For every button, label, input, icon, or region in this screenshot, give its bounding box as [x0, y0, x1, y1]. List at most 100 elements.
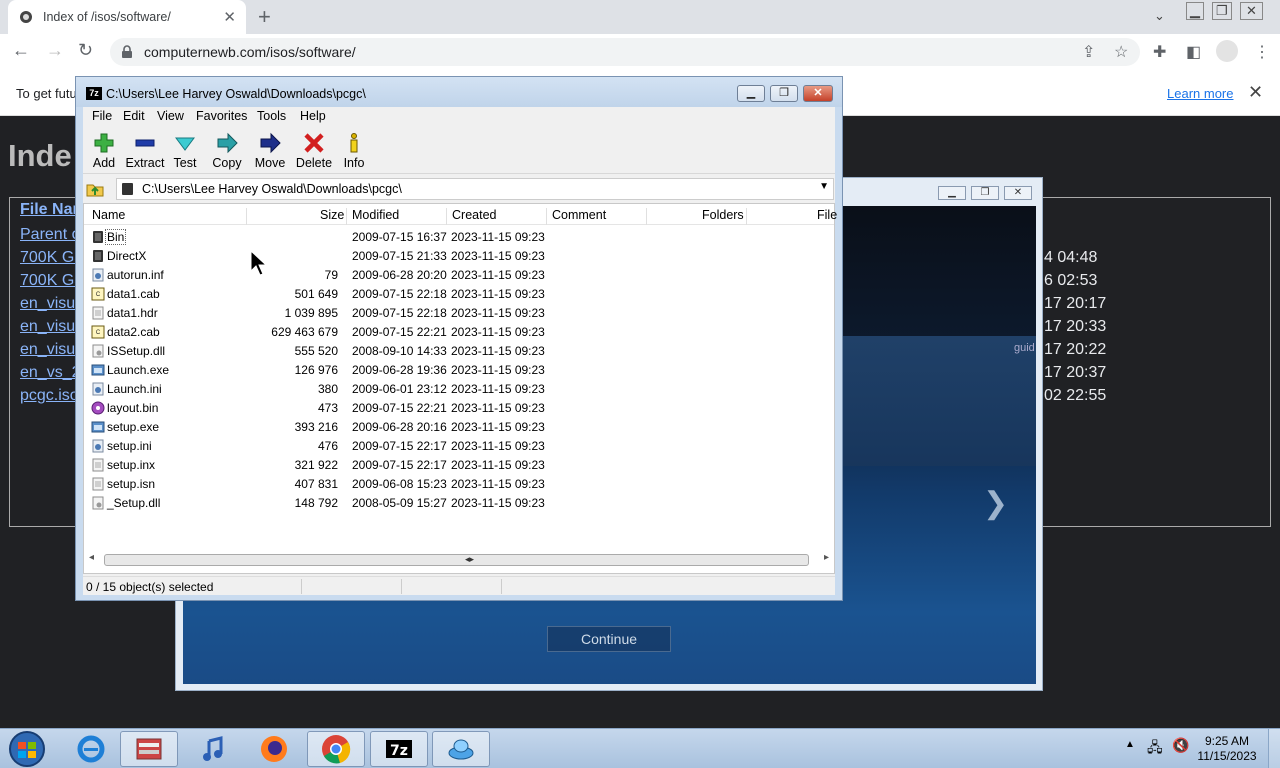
- menu-view[interactable]: View: [157, 109, 184, 123]
- listing-link[interactable]: 700K Ga: [20, 249, 83, 267]
- file-row[interactable]: autorun.inf 79 2009-06-28 20:20 2023-11-15 …: [84, 266, 834, 285]
- browser-tab[interactable]: Index of /isos/software/ ✕: [8, 0, 246, 34]
- info-button[interactable]: Info: [341, 132, 367, 170]
- taskbar-firefox[interactable]: [245, 731, 303, 767]
- continue-button[interactable]: Continue: [547, 626, 671, 652]
- listing-link[interactable]: en_visu: [20, 341, 75, 359]
- add-button[interactable]: Add: [91, 132, 117, 170]
- horizontal-scrollbar[interactable]: ◂ ◂▸ ▸: [86, 552, 832, 569]
- taskbar-installer-disc[interactable]: [432, 731, 490, 767]
- taskbar-itunes[interactable]: [184, 731, 242, 767]
- column-separator[interactable]: [346, 208, 347, 225]
- file-row[interactable]: data1.hdr 1 039 895 2009-07-15 22:18 2023-1…: [84, 304, 834, 323]
- volume-muted-icon[interactable]: 🔇: [1172, 737, 1189, 754]
- tray-expand-icon[interactable]: ▲: [1125, 739, 1135, 750]
- column-separator[interactable]: [246, 208, 247, 225]
- network-icon[interactable]: 🖧: [1147, 737, 1163, 761]
- listing-link[interactable]: en_vs_2: [20, 364, 81, 382]
- path-combobox[interactable]: C:\Users\Lee Harvey Oswald\Downloads\pcg…: [116, 178, 834, 200]
- installer-maximize-button[interactable]: ❐: [971, 186, 999, 200]
- tab-close-icon[interactable]: ✕: [223, 8, 236, 26]
- 7zip-pathbar: C:\Users\Lee Harvey Oswald\Downloads\pcg…: [83, 178, 835, 200]
- menu-file[interactable]: File: [92, 109, 112, 123]
- side-panel-icon[interactable]: ◧: [1186, 42, 1201, 62]
- listing-link[interactable]: Parent o: [20, 226, 80, 244]
- scroll-right-arrow-icon[interactable]: ▸: [824, 552, 829, 563]
- taskbar-7zip[interactable]: 7z: [370, 731, 428, 767]
- listing-link[interactable]: pcgc.iso: [20, 387, 79, 405]
- maximize-button[interactable]: ❐: [1212, 2, 1232, 20]
- column-separator[interactable]: [746, 208, 747, 225]
- close-window-button[interactable]: ✕: [1240, 2, 1263, 20]
- column-size[interactable]: Size: [320, 208, 344, 222]
- back-button[interactable]: ←: [12, 40, 30, 61]
- file-row[interactable]: Launch.ini 380 2009-06-01 23:12 2023-11-15 …: [84, 380, 834, 399]
- start-button[interactable]: [5, 730, 49, 768]
- forward-button[interactable]: →: [46, 40, 64, 61]
- column-separator[interactable]: [446, 208, 447, 225]
- move-button[interactable]: Move: [253, 132, 287, 170]
- 7zip-minimize-button[interactable]: ▁: [737, 85, 765, 102]
- show-desktop-button[interactable]: [1268, 729, 1280, 768]
- file-row[interactable]: setup.ini 476 2009-07-15 22:17 2023-11-15 0…: [84, 437, 834, 456]
- file-row[interactable]: DirectX 2009-07-15 21:33 2023-11-15 09:23: [84, 247, 834, 266]
- column-created[interactable]: Created: [452, 208, 496, 222]
- chrome-menu-icon[interactable]: ⋮: [1254, 42, 1270, 62]
- taskbar-chrome[interactable]: [307, 731, 365, 767]
- scroll-left-arrow-icon[interactable]: ◂: [89, 552, 94, 563]
- dropdown-arrow-icon[interactable]: ▼: [819, 181, 829, 192]
- column-name[interactable]: Name: [92, 208, 125, 222]
- profile-avatar[interactable]: [1216, 40, 1238, 62]
- file-row[interactable]: layout.bin 473 2009-07-15 22:21 2023-11-15 …: [84, 399, 834, 418]
- taskbar-installer[interactable]: [120, 731, 178, 767]
- column-header-file-name[interactable]: File Nar: [20, 201, 79, 219]
- minimize-button[interactable]: ▁: [1186, 2, 1204, 20]
- installer-close-button[interactable]: ✕: [1004, 186, 1032, 200]
- share-icon[interactable]: ⇪: [1082, 42, 1095, 62]
- listing-link[interactable]: en_visu: [20, 295, 75, 313]
- taskbar-clock[interactable]: 9:25 AM 11/15/2023: [1195, 734, 1259, 764]
- file-row[interactable]: setup.exe 393 216 2009-06-28 20:16 2023-11-…: [84, 418, 834, 437]
- menu-favorites[interactable]: Favorites: [196, 109, 247, 123]
- column-files[interactable]: File: [817, 208, 837, 222]
- test-button[interactable]: Test: [171, 132, 199, 170]
- reload-button[interactable]: ↻: [78, 40, 93, 61]
- learn-more-link[interactable]: Learn more: [1167, 86, 1233, 101]
- 7zip-close-button[interactable]: ✕: [803, 85, 833, 102]
- scrollbar-thumb[interactable]: ◂▸: [104, 554, 809, 566]
- file-row[interactable]: setup.isn 407 831 2009-06-08 15:23 2023-11-…: [84, 475, 834, 494]
- bookmark-star-icon[interactable]: ☆: [1114, 42, 1128, 62]
- menu-edit[interactable]: Edit: [123, 109, 145, 123]
- infobar-close-icon[interactable]: ✕: [1248, 82, 1263, 103]
- column-comment[interactable]: Comment: [552, 208, 606, 222]
- delete-button[interactable]: Delete: [295, 132, 333, 170]
- column-separator[interactable]: [646, 208, 647, 225]
- file-row[interactable]: Cdata1.cab 501 649 2009-07-15 22:18 2023-11…: [84, 285, 834, 304]
- file-row[interactable]: Bin 2009-07-15 16:37 2023-11-15 09:23: [84, 228, 834, 247]
- taskbar-internet-explorer[interactable]: [62, 731, 120, 767]
- file-row[interactable]: Launch.exe 126 976 2009-06-28 19:36 2023-11…: [84, 361, 834, 380]
- installer-minimize-button[interactable]: ▁: [938, 186, 966, 200]
- extensions-icon[interactable]: ✚: [1153, 42, 1166, 62]
- extract-button[interactable]: Extract: [125, 132, 165, 170]
- copy-button[interactable]: Copy: [211, 132, 243, 170]
- menu-help[interactable]: Help: [300, 109, 326, 123]
- menu-tools[interactable]: Tools: [257, 109, 286, 123]
- listing-link[interactable]: en_visu: [20, 318, 75, 336]
- new-tab-button[interactable]: +: [258, 4, 271, 30]
- file-row[interactable]: setup.inx 321 922 2009-07-15 22:17 2023-11-…: [84, 456, 834, 475]
- folder-up-icon[interactable]: [86, 180, 104, 198]
- tab-search-icon[interactable]: ⌄: [1154, 8, 1165, 24]
- 7zip-titlebar[interactable]: 7z C:\Users\Lee Harvey Oswald\Downloads\…: [76, 77, 842, 107]
- 7zip-maximize-button[interactable]: ❐: [770, 85, 798, 102]
- file-row[interactable]: _Setup.dll 148 792 2008-05-09 15:27 2023-11…: [84, 494, 834, 513]
- file-row[interactable]: Cdata2.cab 629 463 679 2009-07-15 22:21 202…: [84, 323, 834, 342]
- column-modified[interactable]: Modified: [352, 208, 399, 222]
- listing-date: 6 02:53: [1044, 272, 1098, 289]
- column-separator[interactable]: [546, 208, 547, 225]
- next-arrow-icon[interactable]: ❯: [983, 486, 1008, 521]
- column-folders[interactable]: Folders: [702, 208, 744, 222]
- address-bar[interactable]: computernewb.com/isos/software/: [110, 38, 1140, 66]
- file-row[interactable]: ISSetup.dll 555 520 2008-09-10 14:33 2023-1…: [84, 342, 834, 361]
- listing-link[interactable]: 700K Ga: [20, 272, 83, 290]
